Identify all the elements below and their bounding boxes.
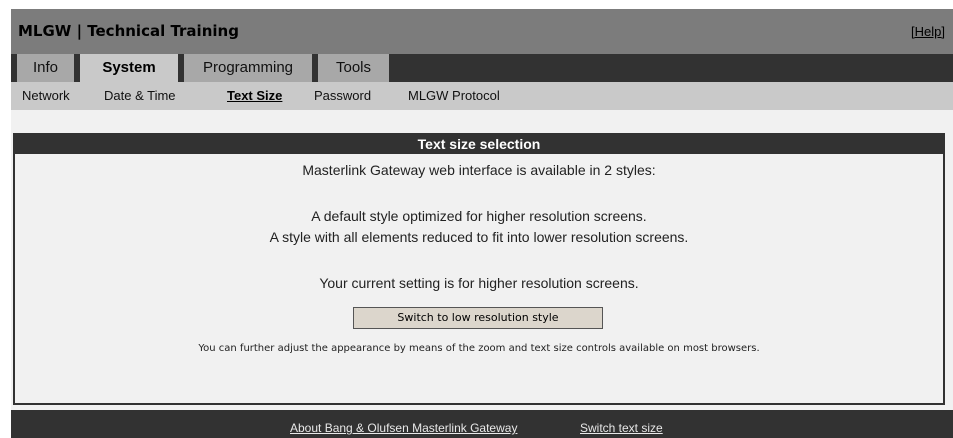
switch-resolution-button[interactable]: Switch to low resolution style (353, 307, 603, 329)
tab-tools[interactable]: Tools (318, 54, 389, 82)
footer: About Bang & Olufsen Masterlink Gateway … (11, 410, 953, 438)
subnav-date-time[interactable]: Date & Time (104, 88, 176, 103)
about-link[interactable]: About Bang & Olufsen Masterlink Gateway (290, 421, 517, 435)
tab-system[interactable]: System (80, 54, 178, 82)
sub-navigation: Network Date & Time Text Size Password M… (11, 82, 953, 110)
browser-zoom-note: You can further adjust the appearance by… (198, 343, 760, 354)
subnav-network[interactable]: Network (22, 88, 70, 103)
intro-text: Masterlink Gateway web interface is avai… (302, 162, 656, 178)
switch-text-size-link[interactable]: Switch text size (580, 421, 663, 435)
subnav-mlgw-protocol[interactable]: MLGW Protocol (408, 88, 500, 103)
content-area: Text size selection Masterlink Gateway w… (11, 110, 953, 410)
tab-info[interactable]: Info (17, 54, 74, 82)
tab-programming[interactable]: Programming (184, 54, 312, 82)
panel-title: Text size selection (15, 135, 943, 154)
current-setting-text: Your current setting is for higher resol… (319, 275, 639, 291)
subnav-password[interactable]: Password (314, 88, 371, 103)
style-reduced-text: A style with all elements reduced to fit… (269, 229, 689, 245)
subnav-text-size[interactable]: Text Size (227, 88, 282, 103)
style-default-text: A default style optimized for higher res… (311, 208, 647, 224)
title-bar: MLGW | Technical Training [Help] (11, 9, 953, 54)
text-size-panel: Text size selection Masterlink Gateway w… (13, 133, 945, 405)
help-link[interactable]: [Help] (911, 24, 945, 39)
app-frame: MLGW | Technical Training [Help] Info Sy… (11, 9, 953, 438)
app-title: MLGW | Technical Training (18, 22, 239, 40)
